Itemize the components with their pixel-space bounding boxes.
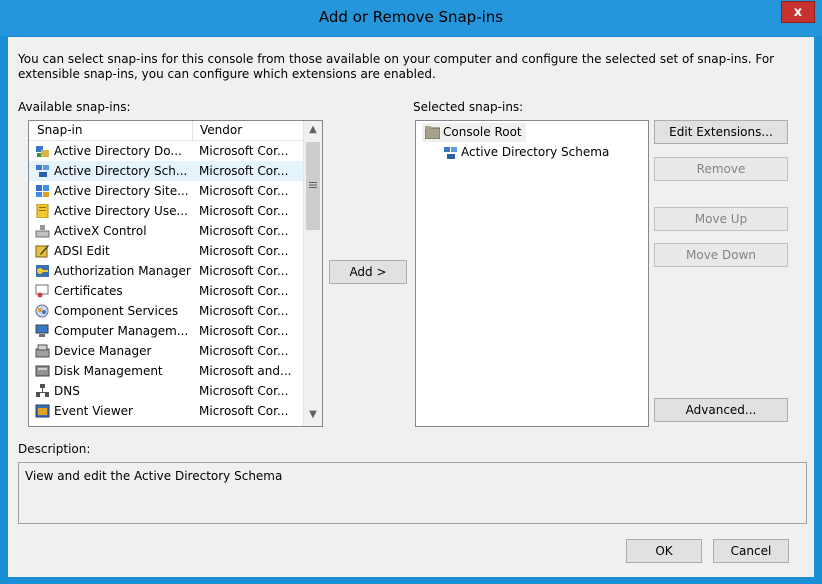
snapin-vendor: Microsoft Cor... <box>199 204 289 218</box>
scroll-down-icon[interactable]: ▼ <box>304 406 322 424</box>
intro-text: You can select snap-ins for this console… <box>18 52 775 81</box>
snapin-vendor: Microsoft Cor... <box>199 284 289 298</box>
selected-snapins-tree[interactable]: Console Root Active Directory Schema <box>415 120 649 427</box>
window-title: Add or Remove Snap-ins <box>318 8 504 26</box>
scroll-up-icon[interactable]: ▲ <box>304 121 322 139</box>
snapin-vendor: Microsoft Cor... <box>199 324 289 338</box>
adsi-edit-icon <box>35 245 49 258</box>
snapin-name: Authorization Manager <box>54 264 191 278</box>
snapin-vendor: Microsoft Cor... <box>199 404 289 418</box>
ok-button[interactable]: OK <box>626 539 702 563</box>
device-manager-icon <box>35 344 50 358</box>
snapin-name: Active Directory Use... <box>54 204 188 218</box>
selected-snapins-label: Selected snap-ins: <box>413 100 524 114</box>
column-header-vendor[interactable]: Vendor <box>200 123 242 137</box>
ad-schema-icon <box>36 165 49 177</box>
snapin-name: ActiveX Control <box>54 224 147 238</box>
certificates-icon <box>35 284 49 298</box>
ad-domains-icon <box>36 146 49 157</box>
snapin-vendor: Microsoft Cor... <box>199 144 289 158</box>
ad-sites-icon <box>36 185 49 197</box>
tree-node-label: Active Directory Schema <box>461 145 610 159</box>
disk-management-icon <box>35 365 50 377</box>
folder-icon <box>425 126 440 139</box>
snapin-name: ADSI Edit <box>54 244 110 258</box>
snapin-name: Active Directory Site... <box>54 184 189 198</box>
authorization-manager-icon <box>36 265 49 277</box>
scrollbar-thumb[interactable] <box>306 142 320 230</box>
dialog-window: Add or Remove Snap-ins x You can select … <box>0 0 822 584</box>
component-services-icon <box>35 304 49 318</box>
list-item[interactable]: DNS Microsoft Cor... <box>29 381 304 401</box>
dialog-body: You can select snap-ins for this console… <box>8 37 814 577</box>
snapin-name: Disk Management <box>54 364 163 378</box>
snapin-name: Active Directory Sch... <box>54 164 188 178</box>
event-viewer-icon <box>35 404 50 418</box>
snapin-vendor: Microsoft Cor... <box>199 264 289 278</box>
snapin-vendor: Microsoft Cor... <box>199 384 289 398</box>
snapin-vendor: Microsoft Cor... <box>199 244 289 258</box>
list-item[interactable]: Event Viewer Microsoft Cor... <box>29 401 304 421</box>
dns-icon <box>36 384 49 397</box>
snapin-vendor: Microsoft Cor... <box>199 344 289 358</box>
snapin-name: Component Services <box>54 304 179 318</box>
list-item[interactable]: Active Directory Use... Microsoft Cor... <box>29 201 304 221</box>
grip-icon <box>309 182 317 188</box>
list-item[interactable]: Authorization Manager Microsoft Cor... <box>29 261 304 281</box>
snapin-vendor: Microsoft Cor... <box>199 184 289 198</box>
computer-management-icon <box>35 324 49 337</box>
list-header: Snap-in Vendor <box>29 121 304 141</box>
list-item[interactable]: Active Directory Do... Microsoft Cor... <box>29 141 304 161</box>
available-snapins-label: Available snap-ins: <box>18 100 131 114</box>
snapin-name: Device Manager <box>54 344 152 358</box>
tree-node-child[interactable]: Active Directory Schema <box>440 143 620 162</box>
edit-extensions-button[interactable]: Edit Extensions... <box>654 120 788 144</box>
snapin-name: DNS <box>54 384 80 398</box>
list-item[interactable]: Component Services Microsoft Cor... <box>29 301 304 321</box>
list-item[interactable]: Active Directory Site... Microsoft Cor..… <box>29 181 304 201</box>
advanced-button[interactable]: Advanced... <box>654 398 788 422</box>
column-header-snapin[interactable]: Snap-in <box>37 123 82 137</box>
snapin-vendor: Microsoft Cor... <box>199 164 289 178</box>
column-separator[interactable] <box>192 121 193 140</box>
tree-node-label: Console Root <box>443 125 522 139</box>
list-item-selected[interactable]: Active Directory Sch... Microsoft Cor... <box>29 161 304 181</box>
list-item[interactable]: ADSI Edit Microsoft Cor... <box>29 241 304 261</box>
snapin-name: Active Directory Do... <box>54 144 182 158</box>
list-item[interactable]: Disk Management Microsoft and... <box>29 361 304 381</box>
title-bar[interactable]: Add or Remove Snap-ins x <box>0 0 822 36</box>
remove-button[interactable]: Remove <box>654 157 788 181</box>
list-item[interactable]: Device Manager Microsoft Cor... <box>29 341 304 361</box>
snapin-name: Certificates <box>54 284 123 298</box>
available-snapins-list[interactable]: Snap-in Vendor Active Directory Do... Mi… <box>28 120 323 427</box>
vertical-scrollbar[interactable]: ▲ ▼ <box>303 121 322 426</box>
add-button[interactable]: Add > <box>329 260 407 284</box>
close-button[interactable]: x <box>781 1 815 23</box>
ad-users-icon <box>36 204 49 218</box>
description-label: Description: <box>18 442 91 456</box>
activex-icon <box>35 225 50 238</box>
list-item[interactable]: Computer Managem... Microsoft Cor... <box>29 321 304 341</box>
description-box: View and edit the Active Directory Schem… <box>18 462 807 524</box>
list-item[interactable]: ActiveX Control Microsoft Cor... <box>29 221 304 241</box>
snapin-vendor: Microsoft and... <box>199 364 292 378</box>
description-text: View and edit the Active Directory Schem… <box>25 469 283 483</box>
cancel-button[interactable]: Cancel <box>713 539 789 563</box>
move-down-button[interactable]: Move Down <box>654 243 788 267</box>
snapin-name: Computer Managem... <box>54 324 189 338</box>
snapin-vendor: Microsoft Cor... <box>199 304 289 318</box>
move-up-button[interactable]: Move Up <box>654 207 788 231</box>
snapin-vendor: Microsoft Cor... <box>199 224 289 238</box>
ad-schema-icon <box>444 147 457 159</box>
tree-node-root[interactable]: Console Root <box>422 123 526 142</box>
list-item[interactable]: Certificates Microsoft Cor... <box>29 281 304 301</box>
snapin-name: Event Viewer <box>54 404 133 418</box>
